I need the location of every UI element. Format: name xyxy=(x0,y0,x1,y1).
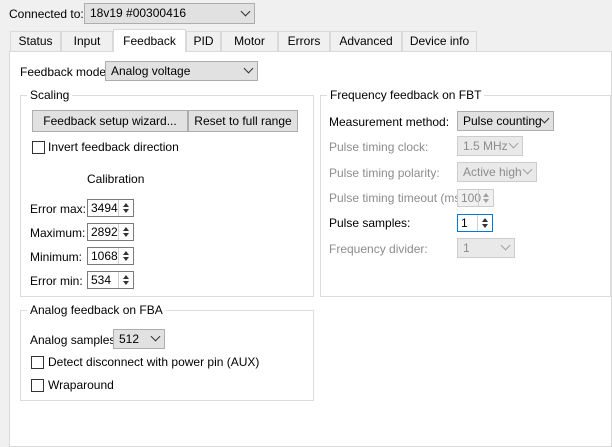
error-max-spinner[interactable]: 3494 xyxy=(87,199,134,217)
analog-feedback-group-title: Analog feedback on FBA xyxy=(27,303,166,317)
pulse-samples-value: 1 xyxy=(461,216,468,230)
measurement-method-select[interactable]: Pulse counting xyxy=(457,111,554,131)
chevron-down-icon xyxy=(150,331,161,342)
tab-errors[interactable]: Errors xyxy=(278,31,330,51)
tab-input[interactable]: Input xyxy=(61,31,113,51)
pulse-samples-spinner[interactable]: 1 xyxy=(457,214,493,232)
pulse-timing-polarity-select[interactable]: Active high xyxy=(457,162,537,182)
measurement-method-value: Pulse counting xyxy=(463,114,542,128)
tab-device-info[interactable]: Device info xyxy=(402,31,477,51)
minimum-value: 1068 xyxy=(91,249,118,263)
feedback-mode-select[interactable]: Analog voltage xyxy=(105,61,258,81)
tab-advanced[interactable]: Advanced xyxy=(330,31,402,51)
minimum-spinner[interactable]: 1068 xyxy=(87,247,134,265)
up-arrow-icon[interactable] xyxy=(123,203,129,207)
minimum-label: Minimum: xyxy=(30,250,83,264)
down-arrow-icon[interactable] xyxy=(123,209,129,213)
device-select-value: 18v19 #00300416 xyxy=(90,6,187,20)
connected-to-label: Connected to: xyxy=(9,7,84,21)
pulse-timing-polarity-value: Active high xyxy=(463,165,522,179)
down-arrow-icon[interactable] xyxy=(123,281,129,285)
pulse-timing-clock-label: Pulse timing clock: xyxy=(329,140,429,154)
error-max-label: Error max: xyxy=(30,202,87,216)
down-arrow-icon[interactable] xyxy=(483,199,489,203)
frequency-feedback-group-title: Frequency feedback on FBT xyxy=(327,88,485,102)
pulse-timing-polarity-label: Pulse timing polarity: xyxy=(329,166,440,180)
up-arrow-icon[interactable] xyxy=(483,193,489,197)
scaling-group: Scaling Feedback setup wizard... Reset t… xyxy=(20,88,314,297)
chevron-down-icon xyxy=(243,63,254,74)
pulse-timing-timeout-label: Pulse timing timeout (ms): xyxy=(329,191,468,205)
invert-feedback-checkbox[interactable] xyxy=(32,141,45,154)
wraparound-checkbox[interactable] xyxy=(31,379,44,392)
reset-to-full-range-button[interactable]: Reset to full range xyxy=(188,110,298,132)
down-arrow-icon[interactable] xyxy=(123,257,129,261)
tab-motor[interactable]: Motor xyxy=(221,31,278,51)
pulse-samples-label: Pulse samples: xyxy=(329,216,411,230)
tab-feedback[interactable]: Feedback xyxy=(113,29,186,52)
maximum-label: Maximum: xyxy=(30,226,86,240)
down-arrow-icon[interactable] xyxy=(123,233,129,237)
pulse-timing-clock-select[interactable]: 1.5 MHz xyxy=(457,136,523,156)
up-arrow-icon[interactable] xyxy=(482,218,488,222)
chevron-down-icon xyxy=(522,164,533,175)
chevron-down-icon xyxy=(508,138,519,149)
wraparound-label: Wraparound xyxy=(48,378,114,392)
feedback-tab-panel: Feedback mode: Analog voltage Scaling Fe… xyxy=(9,51,612,447)
maximum-value: 2892 xyxy=(91,225,118,239)
frequency-divider-value: 1 xyxy=(463,241,470,255)
calibration-title: Calibration xyxy=(87,172,145,186)
frequency-divider-select[interactable]: 1 xyxy=(457,238,515,258)
error-min-value: 534 xyxy=(91,273,112,287)
up-arrow-icon[interactable] xyxy=(123,275,129,279)
detect-disconnect-label: Detect disconnect with power pin (AUX) xyxy=(48,355,260,369)
frequency-feedback-group: Frequency feedback on FBT Measurement me… xyxy=(320,88,611,297)
tab-pid[interactable]: PID xyxy=(186,31,221,51)
frequency-divider-label: Frequency divider: xyxy=(329,242,428,256)
chevron-down-icon xyxy=(240,6,251,16)
up-arrow-icon[interactable] xyxy=(123,227,129,231)
analog-feedback-group: Analog feedback on FBA Analog samples: 5… xyxy=(20,303,314,401)
analog-samples-select[interactable]: 512 xyxy=(113,329,165,349)
error-min-label: Error min: xyxy=(30,274,83,288)
chevron-down-icon xyxy=(500,240,511,251)
tab-status[interactable]: Status xyxy=(10,31,61,51)
analog-samples-label: Analog samples: xyxy=(30,333,119,347)
measurement-method-label: Measurement method: xyxy=(329,115,450,129)
maximum-spinner[interactable]: 2892 xyxy=(87,223,134,241)
scaling-group-title: Scaling xyxy=(27,88,73,102)
device-select[interactable]: 18v19 #00300416 xyxy=(84,3,255,24)
detect-disconnect-checkbox[interactable] xyxy=(31,356,44,369)
pulse-timing-timeout-spinner[interactable]: 100 xyxy=(457,189,494,207)
down-arrow-icon[interactable] xyxy=(482,224,488,228)
error-min-spinner[interactable]: 534 xyxy=(87,271,134,289)
error-max-value: 3494 xyxy=(91,201,118,215)
feedback-mode-value: Analog voltage xyxy=(111,64,191,78)
feedback-setup-wizard-button[interactable]: Feedback setup wizard... xyxy=(32,110,188,132)
analog-samples-value: 512 xyxy=(119,332,140,346)
up-arrow-icon[interactable] xyxy=(123,251,129,255)
pulse-timing-clock-value: 1.5 MHz xyxy=(463,139,508,153)
invert-feedback-label: Invert feedback direction xyxy=(48,140,179,154)
feedback-mode-label: Feedback mode: xyxy=(20,65,110,79)
